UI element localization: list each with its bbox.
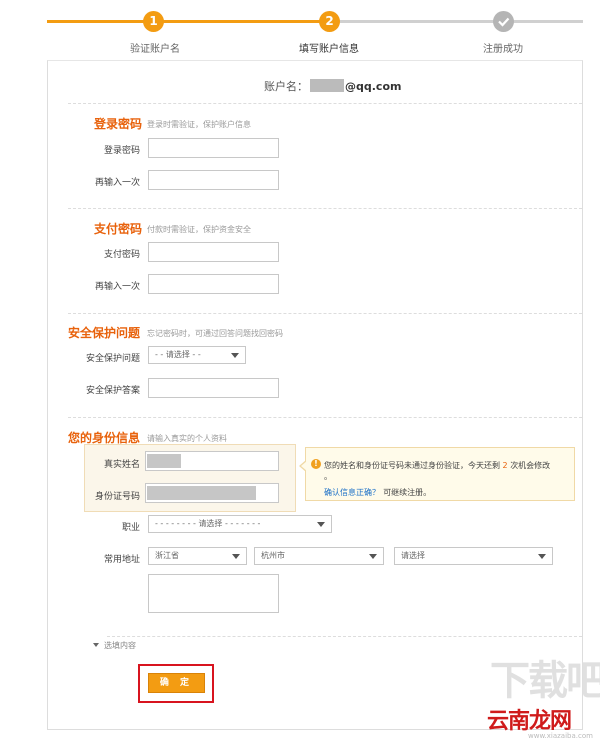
step-1-badge: 1 <box>143 11 164 32</box>
account-email-suffix: @qq.com <box>345 80 402 93</box>
province-value: 浙江省 <box>155 551 179 560</box>
tip-arrow-inner <box>301 461 307 471</box>
confirm-button[interactable]: 确 定 <box>148 673 205 693</box>
tip-text-1: 您的姓名和身份证号码未通过身份验证，今天还剩 <box>324 461 500 470</box>
security-question-value: - - 请选择 - - <box>155 350 201 359</box>
login-password-input[interactable] <box>148 138 279 158</box>
payment-password-confirm-label: 再输入一次 <box>94 282 140 292</box>
step-2-badge: 2 <box>319 11 340 32</box>
section-hint-payment-password: 付款时需验证，保护资金安全 <box>147 225 251 234</box>
step-line-done <box>47 20 330 23</box>
tip-remaining-count: 2 <box>502 461 508 470</box>
province-select[interactable]: 浙江省 <box>148 547 247 565</box>
chevron-down-icon <box>231 353 239 358</box>
registration-steps: 1 2 验证账户名 填写账户信息 注册成功 <box>0 0 600 58</box>
chevron-down-icon <box>369 554 377 559</box>
chevron-down-icon <box>232 554 240 559</box>
security-question-label: 安全保护问题 <box>85 354 140 364</box>
real-name-label: 真实姓名 <box>103 460 140 470</box>
step-3-label: 注册成功 <box>483 44 523 55</box>
divider <box>107 636 582 637</box>
step-3-check-icon <box>493 11 514 32</box>
login-password-confirm-input[interactable] <box>148 170 279 190</box>
watermark-text: 下载吧 <box>490 658 600 704</box>
masked-id-number <box>147 486 256 500</box>
section-title-security-question: 安全保护问题 <box>68 326 141 340</box>
login-password-confirm-label: 再输入一次 <box>94 178 140 188</box>
masked-account <box>310 79 344 92</box>
occupation-select[interactable]: - - - - - - - - 请选择 - - - - - - - <box>148 515 332 533</box>
account-name: 账户名： @qq.com <box>264 78 401 94</box>
tip-message: 您的姓名和身份证号码未通过身份验证，今天还剩 2 次机会修改 <box>324 460 550 471</box>
id-number-input[interactable] <box>145 483 279 503</box>
address-detail-textarea[interactable] <box>148 574 279 613</box>
section-hint-login-password: 登录时需验证，保护账户信息 <box>147 120 251 129</box>
security-answer-input[interactable] <box>148 378 279 398</box>
occupation-value: - - - - - - - - 请选择 - - - - - - - <box>155 519 261 528</box>
masked-name <box>147 454 181 468</box>
tip-text-4: 可继续注册。 <box>383 488 432 497</box>
divider <box>68 208 582 209</box>
tip-text-2: 次机会修改 <box>510 461 551 470</box>
section-title-payment-password: 支付密码 <box>94 222 143 236</box>
city-value: 杭州市 <box>261 551 285 560</box>
login-password-label: 登录密码 <box>103 146 140 156</box>
address-label: 常用地址 <box>103 555 140 565</box>
security-question-select[interactable]: - - 请选择 - - <box>148 346 246 364</box>
step-1-number: 1 <box>149 14 158 28</box>
city-select[interactable]: 杭州市 <box>254 547 384 565</box>
section-title-login-password: 登录密码 <box>94 117 143 131</box>
real-name-input[interactable] <box>145 451 279 471</box>
chevron-down-icon <box>317 522 325 527</box>
account-label: 账户名： <box>264 80 308 93</box>
payment-password-confirm-input[interactable] <box>148 274 279 294</box>
id-number-label: 身份证号码 <box>94 492 140 502</box>
payment-password-input[interactable] <box>148 242 279 262</box>
divider <box>68 313 582 314</box>
step-line-pending <box>330 20 583 23</box>
payment-password-label: 支付密码 <box>103 250 140 260</box>
triangle-down-icon <box>93 643 99 647</box>
divider <box>68 417 582 418</box>
section-hint-identity: 请输入真实的个人资料 <box>147 434 227 443</box>
district-select[interactable]: 请选择 <box>394 547 553 565</box>
step-1-label: 验证账户名 <box>130 44 180 55</box>
district-value: 请选择 <box>401 551 425 560</box>
tip-second-line: 确认信息正确？ 可继续注册。 <box>324 487 431 498</box>
occupation-label: 职业 <box>121 523 140 533</box>
step-2-number: 2 <box>325 14 334 28</box>
step-2-label: 填写账户信息 <box>299 44 359 55</box>
chevron-down-icon <box>538 554 546 559</box>
section-hint-security-question: 忘记密码时，可通过回答问题找回密码 <box>147 329 283 338</box>
watermark-logo: 云南龙网 <box>487 709 572 734</box>
confirm-info-link[interactable]: 确认信息正确？ <box>324 488 380 497</box>
security-answer-label: 安全保护答案 <box>85 386 140 396</box>
warning-icon: ! <box>311 459 321 469</box>
tip-text-3: 。 <box>324 472 332 481</box>
optional-content-label: 选填内容 <box>104 641 136 650</box>
watermark-url: www.xiazaiba.com <box>528 732 593 740</box>
optional-content-toggle[interactable]: 选填内容 <box>93 640 136 651</box>
divider <box>68 103 582 104</box>
